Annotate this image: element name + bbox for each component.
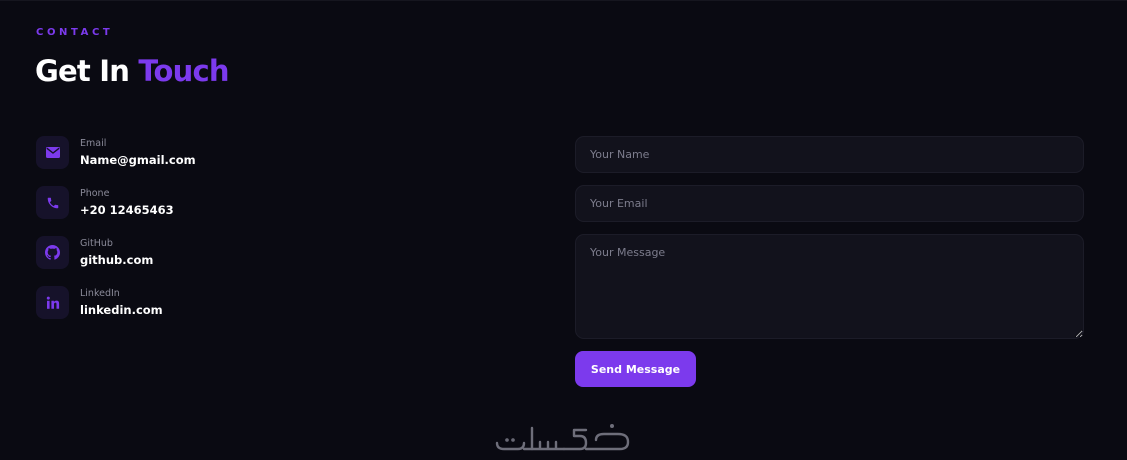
contact-label: Phone	[80, 188, 110, 199]
contact-value[interactable]: Name@gmail.com	[80, 153, 196, 167]
contact-label: GitHub	[80, 238, 113, 249]
message-textarea[interactable]	[575, 234, 1084, 339]
section-title-plain: Get In	[35, 54, 139, 88]
contact-label: LinkedIn	[80, 288, 120, 299]
linkedin-icon	[36, 286, 69, 319]
section-eyebrow: CONTACT	[36, 27, 114, 38]
contact-form: Send Message	[575, 136, 1084, 387]
send-message-button[interactable]: Send Message	[575, 351, 696, 387]
phone-icon	[36, 186, 69, 219]
name-input[interactable]	[575, 136, 1084, 173]
envelope-icon	[36, 136, 69, 169]
github-icon	[36, 236, 69, 269]
contact-value[interactable]: +20 12465463	[80, 203, 174, 217]
khamsat-watermark-logo	[495, 424, 630, 451]
contact-section: CONTACT Get In Touch Email Name@gmail.co…	[0, 0, 1127, 460]
contact-value[interactable]: github.com	[80, 253, 153, 267]
contact-label: Email	[80, 138, 107, 149]
section-title-accent: Touch	[138, 54, 229, 88]
section-title: Get In Touch	[35, 54, 230, 88]
email-input[interactable]	[575, 185, 1084, 222]
contact-value[interactable]: linkedin.com	[80, 303, 163, 317]
